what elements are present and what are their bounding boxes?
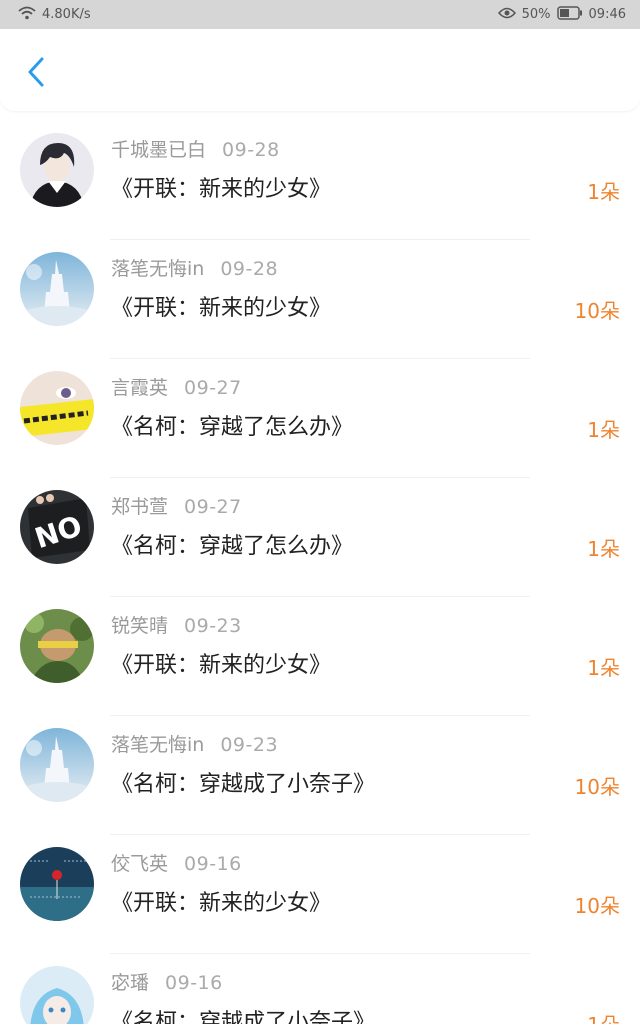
- book-title[interactable]: 《开联：新来的少女》: [111, 171, 331, 203]
- list-item[interactable]: 锐笑晴 09-23 《开联：新来的少女》 1朵: [0, 597, 640, 716]
- sender-line: 落笔无悔in 09-23: [111, 730, 278, 757]
- flower-count: 10朵: [574, 299, 620, 323]
- avatar[interactable]: [20, 252, 94, 326]
- network-speed: 4.80K/s: [42, 7, 91, 22]
- sender-name[interactable]: 郑书萱: [111, 496, 168, 518]
- sender-line: 宓璠 09-16: [111, 968, 223, 995]
- gift-date: 09-23: [220, 734, 279, 756]
- gift-date: 09-16: [184, 853, 242, 875]
- back-button[interactable]: [18, 56, 54, 92]
- avatar[interactable]: [20, 966, 94, 1024]
- gift-date: 09-28: [220, 258, 279, 280]
- gift-record-list: 千城墨已白 09-28 《开联：新来的少女》 1朵 落笔无悔in 09-28 《开联…: [0, 111, 640, 1024]
- flower-count: 1朵: [587, 418, 620, 442]
- sender-line: 郑书萱 09-27: [111, 492, 242, 519]
- list-item[interactable]: 言霞英 09-27 《名柯：穿越了怎么办》 1朵: [0, 359, 640, 478]
- sender-name[interactable]: 锐笑晴: [111, 615, 168, 637]
- book-title[interactable]: 《名柯：穿越了怎么办》: [111, 409, 353, 441]
- book-title[interactable]: 《名柯：穿越了怎么办》: [111, 528, 353, 560]
- book-title[interactable]: 《开联：新来的少女》: [111, 290, 331, 322]
- status-bar: 4.80K/s 50% 09:46: [0, 0, 640, 29]
- flower-count: 10朵: [574, 894, 620, 918]
- chevron-left-icon: [26, 56, 46, 92]
- book-title[interactable]: 《开联：新来的少女》: [111, 647, 331, 679]
- list-item[interactable]: 落笔无悔in 09-28 《开联：新来的少女》 10朵: [0, 240, 640, 359]
- gift-date: 09-16: [165, 972, 223, 994]
- sender-name[interactable]: 千城墨已白: [111, 139, 206, 161]
- avatar[interactable]: [20, 609, 94, 683]
- sender-line: 佼飞英 09-16: [111, 849, 242, 876]
- sender-name[interactable]: 言霞英: [111, 377, 168, 399]
- sender-name[interactable]: 落笔无悔in: [111, 734, 204, 756]
- clock: 09:46: [588, 7, 626, 22]
- sender-line: 千城墨已白 09-28: [111, 135, 280, 162]
- wifi-icon: [18, 6, 36, 24]
- gift-date: 09-27: [184, 377, 242, 399]
- list-item[interactable]: 佼飞英 09-16 《开联：新来的少女》 10朵: [0, 835, 640, 954]
- list-item[interactable]: 千城墨已白 09-28 《开联：新来的少女》 1朵: [0, 121, 640, 240]
- avatar[interactable]: [20, 133, 94, 207]
- avatar[interactable]: [20, 847, 94, 921]
- gift-date: 09-23: [184, 615, 242, 637]
- sender-name[interactable]: 佼飞英: [111, 853, 168, 875]
- eye-icon: [497, 7, 516, 23]
- list-item[interactable]: 落笔无悔in 09-23 《名柯：穿越成了小奈子》 10朵: [0, 716, 640, 835]
- book-title[interactable]: 《名柯：穿越成了小奈子》: [111, 766, 375, 798]
- sender-name[interactable]: 宓璠: [111, 972, 149, 994]
- gift-date: 09-27: [184, 496, 242, 518]
- flower-count: 1朵: [587, 1009, 620, 1024]
- sender-line: 锐笑晴 09-23: [111, 611, 242, 638]
- flower-count: 1朵: [587, 656, 620, 680]
- avatar[interactable]: [20, 728, 94, 802]
- status-left: 4.80K/s: [18, 6, 91, 24]
- book-title[interactable]: 《名柯：穿越成了小奈子》: [111, 1004, 375, 1024]
- avatar[interactable]: NO: [20, 490, 94, 564]
- top-nav-bar: [0, 29, 640, 111]
- battery-icon: [556, 5, 583, 24]
- sender-line: 落笔无悔in 09-28: [111, 254, 278, 281]
- list-item[interactable]: 宓璠 09-16 《名柯：穿越成了小奈子》 1朵: [0, 954, 640, 1024]
- sender-line: 言霞英 09-27: [111, 373, 242, 400]
- gift-date: 09-28: [222, 139, 280, 161]
- flower-count: 1朵: [587, 537, 620, 561]
- book-title[interactable]: 《开联：新来的少女》: [111, 885, 331, 917]
- battery-percent: 50%: [521, 7, 551, 22]
- flower-count: 1朵: [587, 180, 620, 204]
- flower-count: 10朵: [574, 775, 620, 799]
- status-right: 50% 09:46: [497, 5, 626, 24]
- avatar[interactable]: [20, 371, 94, 445]
- list-item[interactable]: NO 郑书萱 09-27 《名柯：穿越了怎么办》 1朵: [0, 478, 640, 597]
- sender-name[interactable]: 落笔无悔in: [111, 258, 204, 280]
